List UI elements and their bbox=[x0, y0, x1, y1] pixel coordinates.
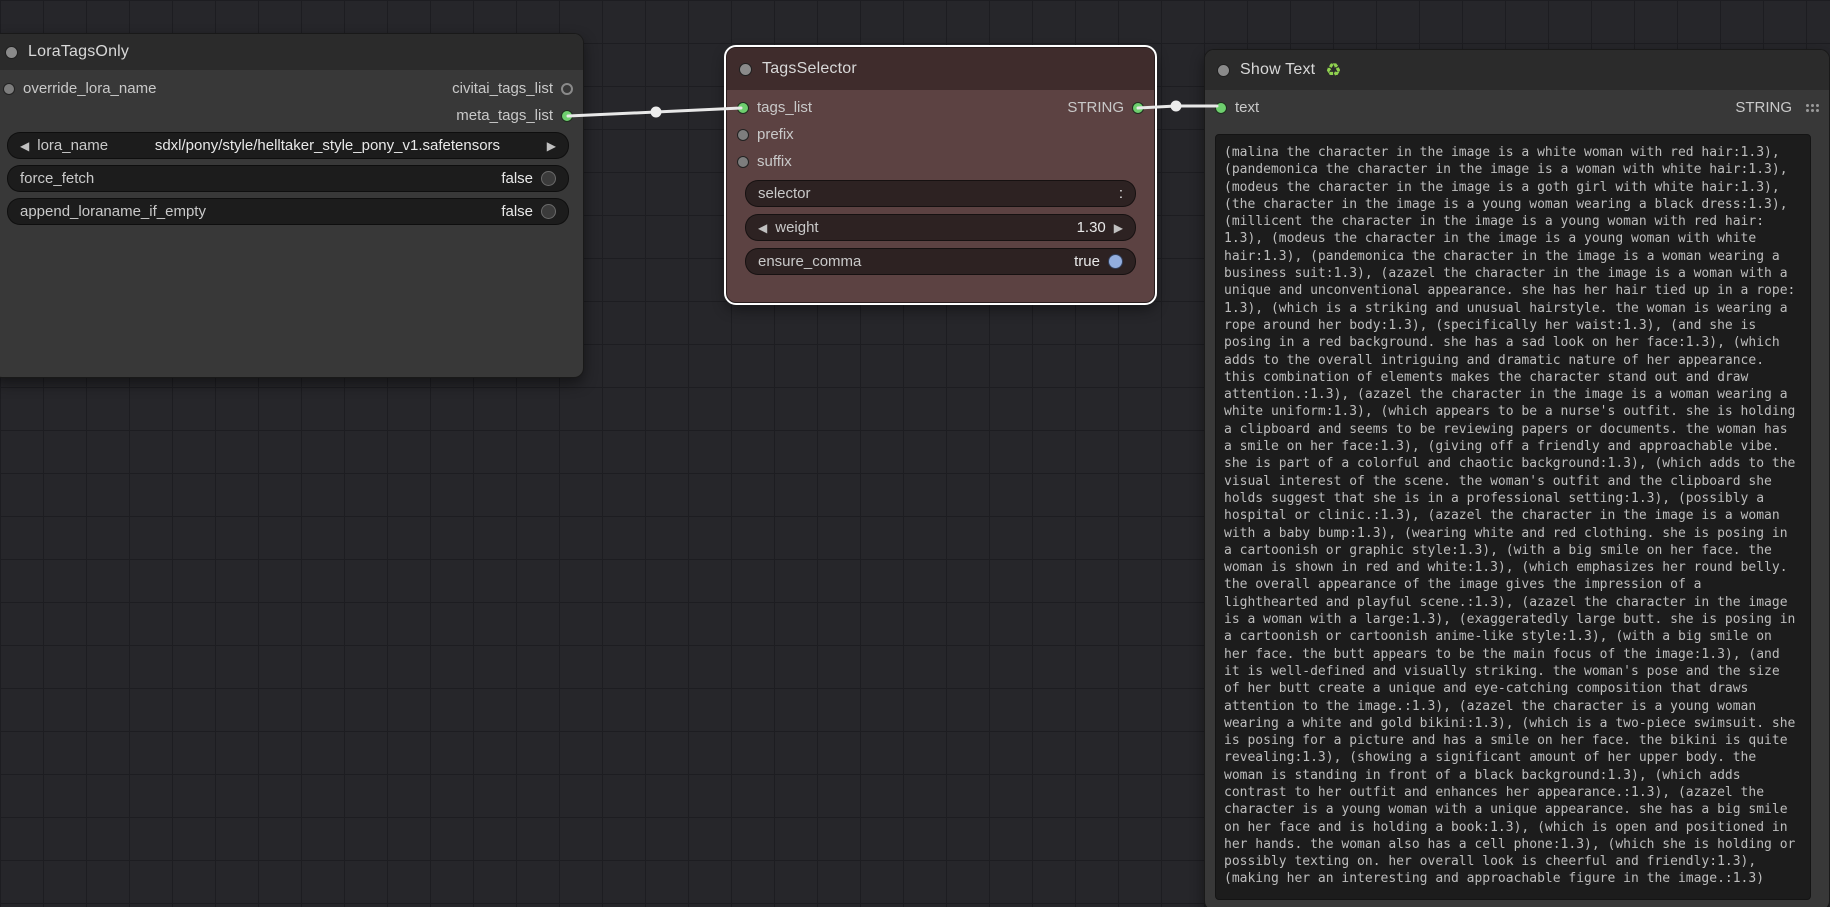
weight-label: weight bbox=[775, 219, 818, 236]
weight-number-widget[interactable]: ◀ weight 1.30 ▶ bbox=[745, 214, 1136, 241]
number-increment-arrow-icon[interactable]: ▶ bbox=[1114, 222, 1123, 234]
node-title: LoraTagsOnly bbox=[28, 43, 129, 61]
input-label-prefix: prefix bbox=[757, 126, 794, 143]
input-slot-text[interactable] bbox=[1215, 102, 1227, 114]
collapse-dot-icon[interactable] bbox=[5, 46, 18, 59]
selector-text-widget[interactable]: selector : bbox=[745, 180, 1136, 207]
ensure-comma-toggle-dot-icon[interactable] bbox=[1108, 254, 1123, 269]
append-loraname-value: false bbox=[501, 203, 533, 220]
input-label-tags-list: tags_list bbox=[757, 99, 812, 116]
output-slot-string[interactable] bbox=[1132, 102, 1144, 114]
selector-label: selector bbox=[758, 185, 811, 202]
force-fetch-toggle-dot-icon[interactable] bbox=[541, 171, 556, 186]
append-loraname-label: append_loraname_if_empty bbox=[20, 203, 206, 220]
node-show-text[interactable]: Show Text ♻ text STRING (malina the char… bbox=[1204, 49, 1830, 907]
node-tags-selector[interactable]: TagsSelector tags_list STRING prefix suf… bbox=[726, 47, 1155, 303]
force-fetch-toggle-widget[interactable]: force_fetch false bbox=[7, 165, 569, 192]
node-show-text-header[interactable]: Show Text ♻ bbox=[1205, 50, 1829, 90]
node-lora-tags-only[interactable]: LoraTagsOnly override_lora_name civitai_… bbox=[0, 33, 584, 378]
selector-value: : bbox=[1119, 185, 1123, 202]
output-label-string: STRING bbox=[1067, 99, 1124, 116]
node-lora-header[interactable]: LoraTagsOnly bbox=[0, 34, 583, 70]
ensure-comma-toggle-widget[interactable]: ensure_comma true bbox=[745, 248, 1136, 275]
slot-row: prefix bbox=[727, 121, 1154, 148]
force-fetch-label: force_fetch bbox=[20, 170, 94, 187]
collapse-dot-icon[interactable] bbox=[739, 63, 752, 76]
output-label-meta-tags-list: meta_tags_list bbox=[456, 107, 553, 124]
append-loraname-toggle-dot-icon[interactable] bbox=[541, 204, 556, 219]
output-slot-meta-tags-list[interactable] bbox=[561, 110, 573, 122]
recycle-icon: ♻ bbox=[1325, 61, 1341, 79]
combo-left-arrow-icon[interactable]: ◀ bbox=[20, 140, 29, 152]
lora-name-value: sdxl/pony/style/helltaker_style_pony_v1.… bbox=[116, 137, 539, 154]
combo-right-arrow-icon[interactable]: ▶ bbox=[547, 140, 556, 152]
output-label-string: STRING bbox=[1735, 99, 1792, 116]
lora-name-combo-widget[interactable]: ◀ lora_name sdxl/pony/style/helltaker_st… bbox=[7, 132, 569, 159]
output-slot-civitai-tags-list[interactable] bbox=[561, 83, 573, 95]
slot-row: suffix bbox=[727, 148, 1154, 175]
weight-value: 1.30 bbox=[1077, 219, 1106, 236]
input-slot-override-lora-name[interactable] bbox=[3, 83, 15, 95]
node-title: TagsSelector bbox=[762, 60, 857, 78]
drag-dots-icon[interactable] bbox=[1806, 104, 1819, 112]
ensure-comma-value: true bbox=[1074, 253, 1100, 270]
text-output-display[interactable]: (malina the character in the image is a … bbox=[1215, 134, 1811, 900]
slot-row: tags_list STRING bbox=[727, 94, 1154, 121]
collapse-dot-icon[interactable] bbox=[1217, 64, 1230, 77]
slot-row: text STRING bbox=[1205, 94, 1829, 121]
ensure-comma-label: ensure_comma bbox=[758, 253, 861, 270]
node-show-text-body: text STRING (malina the character in the… bbox=[1205, 90, 1829, 900]
input-label-suffix: suffix bbox=[757, 153, 792, 170]
append-loraname-toggle-widget[interactable]: append_loraname_if_empty false bbox=[7, 198, 569, 225]
node-lora-body: override_lora_name civitai_tags_list met… bbox=[0, 70, 583, 225]
input-slot-tags-list[interactable] bbox=[737, 102, 749, 114]
input-label-override-lora-name: override_lora_name bbox=[23, 80, 156, 97]
slot-row: override_lora_name civitai_tags_list bbox=[0, 75, 583, 102]
force-fetch-value: false bbox=[501, 170, 533, 187]
node-title: Show Text bbox=[1240, 61, 1315, 79]
output-label-civitai-tags-list: civitai_tags_list bbox=[452, 80, 553, 97]
node-tags-body: tags_list STRING prefix suffix selector … bbox=[727, 90, 1154, 275]
input-label-text: text bbox=[1235, 99, 1259, 116]
node-graph-canvas[interactable]: LoraTagsOnly override_lora_name civitai_… bbox=[0, 0, 1830, 907]
node-tags-header[interactable]: TagsSelector bbox=[727, 48, 1154, 90]
lora-name-label: lora_name bbox=[37, 137, 108, 154]
slot-row: meta_tags_list bbox=[0, 102, 583, 129]
input-slot-suffix[interactable] bbox=[737, 156, 749, 168]
input-slot-prefix[interactable] bbox=[737, 129, 749, 141]
number-decrement-arrow-icon[interactable]: ◀ bbox=[758, 222, 767, 234]
